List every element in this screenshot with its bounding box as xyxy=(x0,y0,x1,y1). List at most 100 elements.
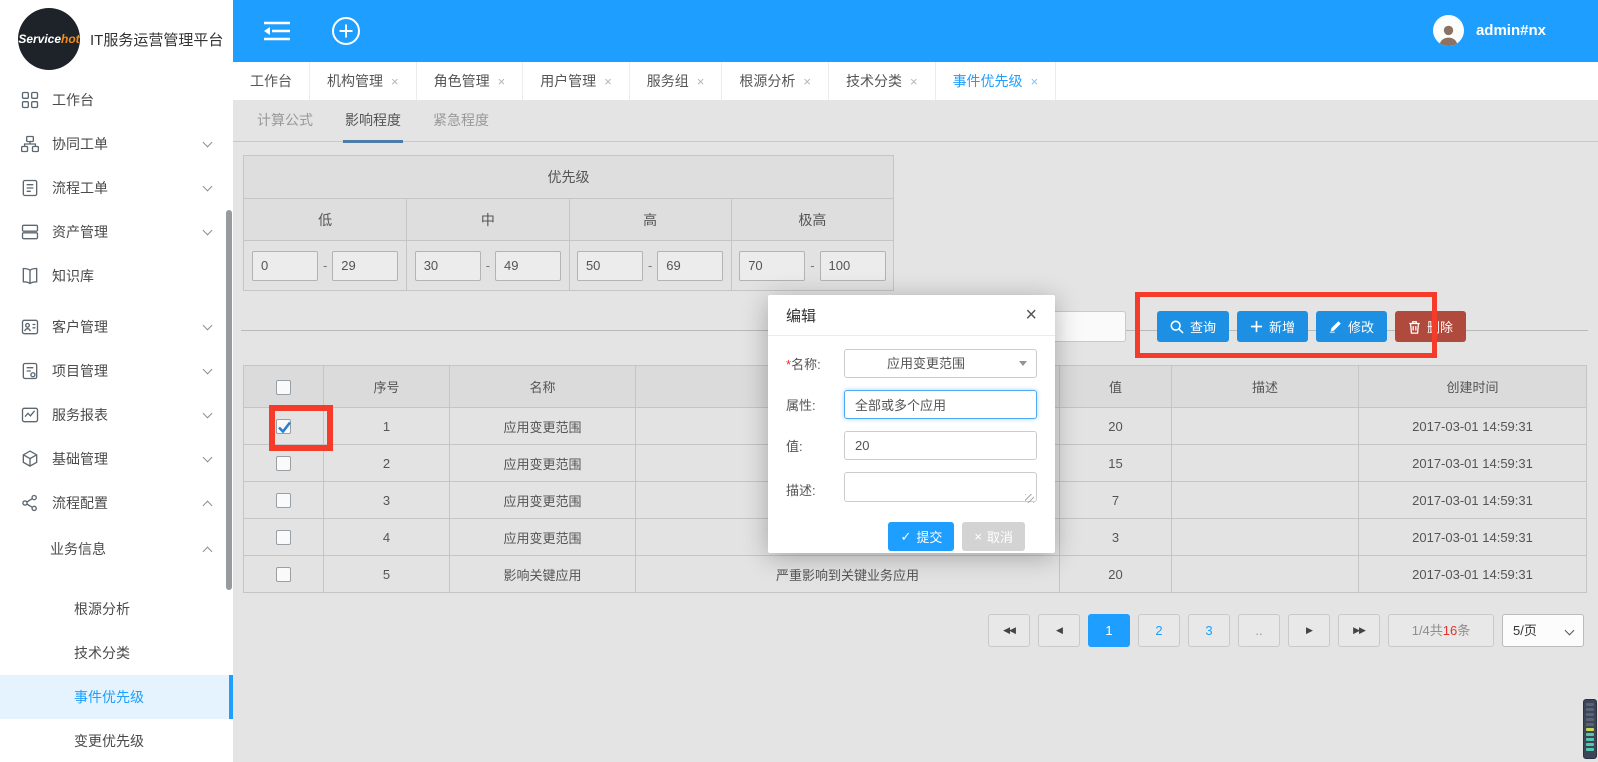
sidebar-item-workbench[interactable]: 工作台 xyxy=(0,78,233,122)
tab-org-management[interactable]: 机构管理× xyxy=(310,62,417,100)
submit-button[interactable]: ✓提交 xyxy=(888,522,954,551)
low-max-input[interactable] xyxy=(332,251,398,281)
report-icon xyxy=(20,405,40,425)
close-icon[interactable]: × xyxy=(1031,74,1039,89)
chevron-down-icon xyxy=(203,409,213,419)
page-size-select[interactable]: 5/页 xyxy=(1502,614,1584,647)
sidebar-item-collab-tickets[interactable]: 协同工单 xyxy=(0,122,233,166)
tab-role-management[interactable]: 角色管理× xyxy=(417,62,524,100)
org-icon xyxy=(20,134,40,154)
sidebar-item-change-priority[interactable]: 变更优先级 xyxy=(0,719,233,762)
row-checkbox[interactable] xyxy=(276,493,291,508)
sidebar-item-incident-priority[interactable]: 事件优先级 xyxy=(0,675,233,719)
check-icon: ✓ xyxy=(900,529,911,545)
sidebar-item-base-management[interactable]: 基础管理 xyxy=(0,437,233,481)
high-max-input[interactable] xyxy=(657,251,723,281)
resize-handle[interactable] xyxy=(1025,494,1034,503)
priority-level-critical: 极高 xyxy=(731,198,893,240)
next-page-button[interactable]: ▶ xyxy=(1288,614,1330,647)
sidebar-item-assets[interactable]: 资产管理 xyxy=(0,210,233,254)
page-button-2[interactable]: 2 xyxy=(1138,614,1180,647)
prev-page-button[interactable]: ◀ xyxy=(1038,614,1080,647)
chevron-down-icon xyxy=(1565,626,1575,636)
critical-max-input[interactable] xyxy=(820,251,886,281)
doc-icon xyxy=(20,178,40,198)
value-input[interactable] xyxy=(844,431,1037,460)
servicehot-logo: Servicehot xyxy=(18,8,80,70)
search-button[interactable]: 查询 xyxy=(1157,311,1229,342)
col-desc: 描述 xyxy=(1172,366,1359,408)
close-icon[interactable]: × xyxy=(697,74,705,89)
sidebar-group-business-info[interactable]: 业务信息 xyxy=(0,525,233,573)
book-icon xyxy=(20,266,40,286)
critical-min-input[interactable] xyxy=(739,251,805,281)
sidebar-scrollbar[interactable] xyxy=(226,210,232,590)
sidebar-item-process-tickets[interactable]: 流程工单 xyxy=(0,166,233,210)
toolbar: 查询 新增 修改 删除 xyxy=(1157,311,1466,342)
col-created: 创建时间 xyxy=(1359,366,1587,408)
collapse-menu-icon[interactable] xyxy=(262,20,292,42)
project-icon xyxy=(20,361,40,381)
close-icon[interactable]: × xyxy=(498,74,506,89)
chevron-down-icon xyxy=(203,321,213,331)
medium-max-input[interactable] xyxy=(495,251,561,281)
priority-title: 优先级 xyxy=(244,156,893,198)
tab-tech-category[interactable]: 技术分类× xyxy=(829,62,936,100)
close-icon[interactable]: × xyxy=(1025,305,1037,325)
last-page-button[interactable]: ▶▶ xyxy=(1338,614,1380,647)
tab-service-group[interactable]: 服务组× xyxy=(630,62,723,100)
avatar xyxy=(1433,15,1464,46)
close-icon[interactable]: × xyxy=(604,74,612,89)
sidebar: Servicehot IT服务运营管理平台 工作台 协同工单 流程工单 资产管理… xyxy=(0,0,233,762)
row-checkbox[interactable] xyxy=(276,530,291,545)
close-icon[interactable]: × xyxy=(910,74,918,89)
desc-textarea[interactable] xyxy=(844,472,1037,502)
table-row[interactable]: 5 影响关键应用 严重影响到关键业务应用 20 2017-03-01 14:59… xyxy=(244,556,1587,593)
sidebar-item-service-reports[interactable]: 服务报表 xyxy=(0,393,233,437)
priority-level-medium: 中 xyxy=(406,198,568,240)
cancel-button[interactable]: ×取消 xyxy=(962,522,1025,551)
delete-button[interactable]: 删除 xyxy=(1395,311,1466,342)
high-min-input[interactable] xyxy=(577,251,643,281)
name-select[interactable]: 应用变更范围 xyxy=(844,349,1037,378)
close-icon[interactable]: × xyxy=(803,74,811,89)
sidebar-item-knowledge-base[interactable]: 知识库 xyxy=(0,254,233,298)
dialog-title: 编辑 xyxy=(786,305,816,326)
subtab-urgency-level[interactable]: 紧急程度 xyxy=(433,110,489,141)
close-icon[interactable]: × xyxy=(391,74,399,89)
sidebar-item-process-config[interactable]: 流程配置 xyxy=(0,481,233,525)
medium-min-input[interactable] xyxy=(415,251,481,281)
add-button[interactable]: 新增 xyxy=(1237,311,1308,342)
chevron-down-icon xyxy=(203,365,213,375)
first-page-button[interactable]: ◀◀ xyxy=(988,614,1030,647)
sidebar-item-root-cause[interactable]: 根源分析 xyxy=(0,587,233,631)
chevron-down-icon xyxy=(203,453,213,463)
sidebar-item-projects[interactable]: 项目管理 xyxy=(0,349,233,393)
value-label: 值: xyxy=(786,436,844,455)
plus-icon xyxy=(1250,320,1263,333)
sidebar-item-tech-category[interactable]: 技术分类 xyxy=(0,631,233,675)
low-min-input[interactable] xyxy=(252,251,318,281)
tab-workbench[interactable]: 工作台 xyxy=(233,62,310,100)
modify-button[interactable]: 修改 xyxy=(1316,311,1387,342)
tab-user-management[interactable]: 用户管理× xyxy=(523,62,630,100)
sidebar-item-customers[interactable]: 客户管理 xyxy=(0,305,233,349)
col-name: 名称 xyxy=(450,366,636,408)
subtab-calc-formula[interactable]: 计算公式 xyxy=(257,110,313,141)
row-checkbox[interactable] xyxy=(276,567,291,582)
page-ellipsis[interactable]: .. xyxy=(1238,614,1280,647)
row-checkbox-checked[interactable] xyxy=(276,419,291,434)
page-button-1[interactable]: 1 xyxy=(1088,614,1130,647)
user-menu[interactable]: admin#nx xyxy=(1433,15,1546,46)
tab-incident-priority[interactable]: 事件优先级× xyxy=(936,62,1057,100)
row-checkbox[interactable] xyxy=(276,456,291,471)
page-button-3[interactable]: 3 xyxy=(1188,614,1230,647)
select-all-checkbox[interactable] xyxy=(276,380,291,395)
page-info: 1/4共16条 xyxy=(1388,614,1494,647)
priority-panel: 优先级 低 中 高 极高 - - - xyxy=(243,155,894,291)
tab-root-cause[interactable]: 根源分析× xyxy=(722,62,829,100)
add-circle-icon[interactable] xyxy=(331,16,361,46)
attr-input[interactable] xyxy=(844,390,1037,419)
main-content: 计算公式 影响程度 紧急程度 优先级 低 中 高 极高 - - - xyxy=(233,100,1598,762)
subtab-impact-level[interactable]: 影响程度 xyxy=(345,110,401,141)
